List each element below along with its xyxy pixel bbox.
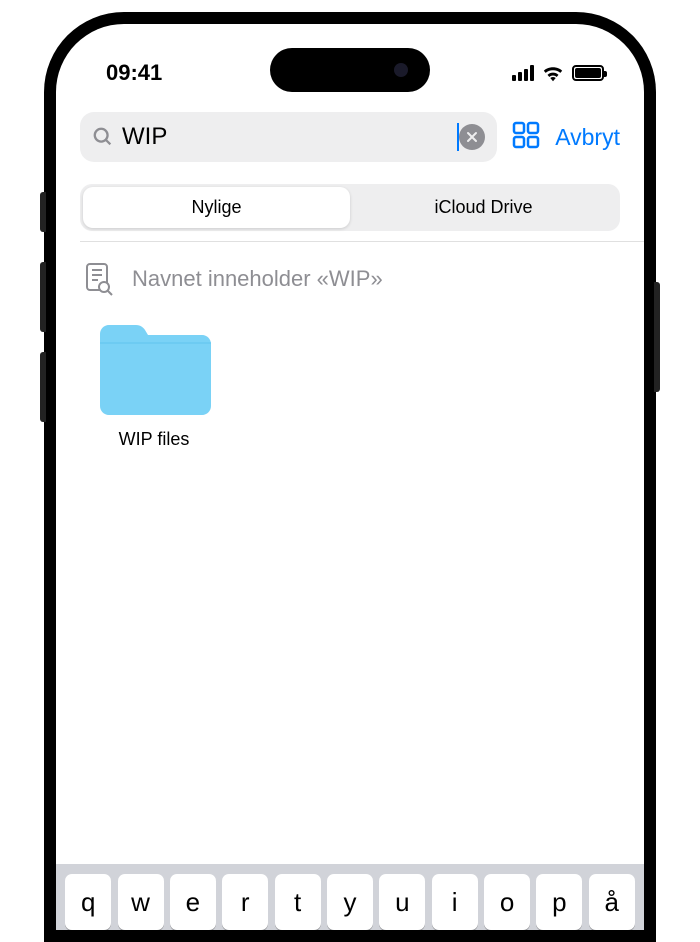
key-p[interactable]: p <box>536 874 582 930</box>
view-mode-button[interactable] <box>511 120 541 155</box>
volume-up-button <box>40 262 46 332</box>
key-i[interactable]: i <box>432 874 478 930</box>
xmark-icon <box>466 131 478 143</box>
key-o[interactable]: o <box>484 874 530 930</box>
key-y[interactable]: y <box>327 874 373 930</box>
key-aa[interactable]: å <box>589 874 635 930</box>
mute-switch <box>40 192 46 232</box>
battery-icon <box>572 65 604 81</box>
power-button <box>654 282 660 392</box>
tab-icloud-drive[interactable]: iCloud Drive <box>350 187 617 228</box>
grid-icon <box>511 120 541 150</box>
volume-down-button <box>40 352 46 422</box>
key-e[interactable]: e <box>170 874 216 930</box>
tab-recent[interactable]: Nylige <box>83 187 350 228</box>
cellular-icon <box>512 65 534 81</box>
cancel-button[interactable]: Avbryt <box>555 124 620 151</box>
clear-search-button[interactable] <box>459 124 485 150</box>
key-w[interactable]: w <box>118 874 164 930</box>
status-time: 09:41 <box>106 60 162 86</box>
key-u[interactable]: u <box>379 874 425 930</box>
suggestion-text: Navnet inneholder «WIP» <box>132 266 383 292</box>
folder-icon <box>94 322 214 417</box>
dynamic-island <box>270 48 430 92</box>
key-t[interactable]: t <box>275 874 321 930</box>
phone-frame: 09:41 Avbryt Nylige iCloud <box>44 12 656 942</box>
search-suggestion-row[interactable]: Navnet inneholder «WIP» <box>56 242 644 316</box>
key-r[interactable]: r <box>222 874 268 930</box>
wifi-icon <box>542 64 564 82</box>
search-icon <box>92 126 114 148</box>
results-grid: WIP files <box>56 316 644 456</box>
search-input[interactable] <box>122 123 461 151</box>
folder-item[interactable]: WIP files <box>84 322 224 450</box>
keyboard: q w e r t y u i o p å <box>56 864 644 930</box>
document-search-icon <box>84 262 114 296</box>
scope-segmented-control: Nylige iCloud Drive <box>80 184 620 231</box>
key-q[interactable]: q <box>65 874 111 930</box>
folder-label: WIP files <box>119 429 190 450</box>
search-field[interactable] <box>80 112 497 162</box>
